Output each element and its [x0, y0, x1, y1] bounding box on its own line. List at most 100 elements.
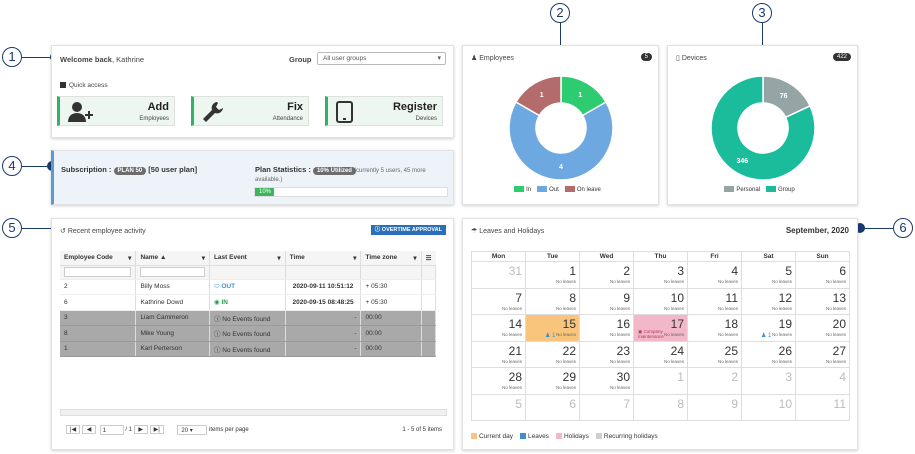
group-select[interactable]: All user groups ▾ [317, 52, 446, 65]
plan-text: [50 user plan] [148, 165, 198, 174]
calendar-day[interactable]: 1 No leaves [525, 261, 580, 289]
calendar-day[interactable]: 16 No leaves [579, 314, 634, 342]
calendar-day[interactable]: 7 No leaves [471, 287, 526, 315]
table-row[interactable]: 2 Billy Moss ⬭ OUT 2020-09-11 10:51:12 + 05:… [60, 279, 437, 295]
calendar-day[interactable]: 4 [795, 367, 850, 395]
calendar-day[interactable]: 10 No leaves [633, 287, 688, 315]
leave-count: 1 [552, 333, 556, 339]
calendar-day[interactable]: 5 No leaves [741, 261, 796, 289]
employees-value-label: 1 [540, 92, 544, 99]
col-name[interactable]: Name ▲ ▾ [135, 251, 210, 266]
table-row[interactable]: 8 Mike Young ⓘ No Events found -00:00 [60, 325, 437, 342]
cell-time: 2020-09-11 10:51:12 [285, 279, 362, 295]
devices-value-label: 76 [780, 93, 788, 100]
calendar-day[interactable]: 6 No leaves [795, 261, 850, 289]
calendar-day[interactable]: 5 [471, 393, 526, 421]
no-leaves-label: No leaves [717, 279, 738, 284]
cell-blank [421, 341, 437, 357]
table-row[interactable]: 1 Karl Perterson ⓘ No Events found -00:00 [60, 341, 437, 357]
add-employees-button[interactable]: Add Employees [57, 96, 175, 126]
last-page-button[interactable]: ▶| [149, 425, 164, 434]
leave-indicator[interactable]: ♟ 1 [761, 332, 771, 339]
table-row[interactable]: 6 Kathrine Dowd ◉ IN 2020-09-15 08:48:25 + 0… [60, 294, 437, 311]
tablet-icon [336, 101, 353, 123]
cell-code: 6 [60, 294, 137, 311]
calendar-day[interactable]: 25 No leaves [687, 340, 742, 368]
day-number: 13 [832, 290, 846, 305]
calendar-day[interactable]: 1 [633, 367, 688, 395]
calendar-day[interactable]: 30 No leaves [579, 367, 634, 395]
fix-attendance-button[interactable]: Fix Attendance [191, 96, 309, 126]
overtime-approval-button[interactable]: ⓘ OVERTIME APPROVAL [370, 225, 446, 235]
calendar-day[interactable]: 27 No leaves [795, 340, 850, 368]
calendar-week: 5 6 7 8 9 10 11 [471, 393, 850, 421]
calendar-day[interactable]: 9 No leaves [579, 287, 634, 315]
calendar-day[interactable]: 11 No leaves [687, 287, 742, 315]
col-employee-code[interactable]: Employee Code ▾ [60, 251, 137, 266]
column-menu-icon[interactable]: ☰ [421, 251, 436, 266]
first-page-button[interactable]: |◀ [66, 425, 80, 434]
calendar-day[interactable]: 4 No leaves [687, 261, 742, 289]
table-scrollbar[interactable] [60, 409, 447, 416]
calendar-day[interactable]: 3 [741, 367, 796, 395]
no-leaves-label: No leaves [555, 305, 576, 311]
calendar-day[interactable]: 2 No leaves [579, 261, 634, 289]
calendar-day[interactable]: 8 No leaves [525, 287, 580, 315]
day-number: 12 [778, 290, 792, 305]
holiday-indicator[interactable]: ▣ Company maintenance [638, 329, 688, 339]
per-page-select[interactable]: 20 ▾ [177, 425, 208, 435]
calendar-day[interactable]: 29 No leaves [525, 367, 580, 395]
prev-page-button[interactable]: ◀ [82, 425, 96, 434]
filter-name-input[interactable] [140, 267, 205, 277]
calendar-day[interactable]: 15 No leaves ♟ 1 [525, 314, 580, 342]
calendar-day[interactable]: 9 [687, 393, 742, 421]
col-time[interactable]: Time ▾ [285, 251, 362, 266]
calendar-day[interactable]: 6 [525, 393, 580, 421]
calendar-day[interactable]: 23 No leaves [579, 340, 634, 368]
calendar-day[interactable]: 11 [795, 393, 850, 421]
activity-panel: ↺ Recent employee activity ⓘ OVERTIME AP… [51, 218, 454, 450]
cell-blank [421, 279, 437, 295]
calendar-day[interactable]: 26 No leaves [741, 340, 796, 368]
table-row[interactable]: 3 Liam Cammeron ⓘ No Events found -00:00 [60, 310, 437, 326]
calendar-day[interactable]: 13 No leaves [795, 287, 850, 315]
register-devices-button[interactable]: Register Devices [325, 96, 443, 126]
calendar-day[interactable]: 10 [741, 393, 796, 421]
sort-asc-icon: ▲ [159, 253, 167, 261]
calendar-legend-label: Recurring holidays [603, 433, 658, 440]
next-page-button[interactable]: ▶ [133, 425, 148, 434]
calendar-day[interactable]: 24 No leaves [633, 340, 688, 368]
employees-legend-label: On leave [576, 187, 601, 193]
calendar-legend: Current day Leaves Holidays Recurring holid… [471, 433, 665, 440]
cell-code: 8 [60, 325, 137, 342]
no-leaves-label: No leaves [717, 305, 738, 311]
add-user-icon [68, 102, 93, 122]
day-number: 30 [616, 370, 630, 384]
calendar-panel: ☂ Leaves and Holidays September, 2020 Mo… [462, 218, 858, 450]
devices-legend-item: Group [766, 186, 795, 193]
calendar-day[interactable]: 7 [579, 393, 634, 421]
calendar-day[interactable]: 22 No leaves [525, 340, 580, 368]
calendar-day[interactable]: 28 No leaves [471, 367, 526, 395]
calendar-day[interactable]: 14 No leaves [471, 314, 526, 342]
no-leaves-label: No leaves [609, 358, 630, 364]
calendar-day[interactable]: 8 [633, 393, 688, 421]
col-last-event[interactable]: Last Event ▾ [209, 251, 286, 266]
calendar-day[interactable]: 18 No leaves [687, 314, 742, 342]
calendar-day[interactable]: 20 No leaves [795, 314, 850, 342]
calendar-day[interactable]: 31 [471, 261, 526, 289]
no-leaves-label: No leaves [609, 332, 630, 337]
no-leaves-label: No leaves [609, 385, 630, 390]
calendar-day[interactable]: 17 No leaves ▣ Company maintenance [633, 314, 688, 342]
calendar-day[interactable]: 12 No leaves [741, 287, 796, 315]
col-time-zone[interactable]: Time zone ▾ [360, 251, 422, 266]
day-number: 4 [731, 264, 738, 278]
calendar-day[interactable]: 21 No leaves [471, 340, 526, 368]
filter-code-input[interactable] [64, 267, 132, 277]
calendar-day[interactable]: 19 No leaves ♟ 1 [741, 314, 796, 342]
leave-indicator[interactable]: ♟ 1 [545, 332, 555, 339]
page-input[interactable]: 1 [99, 425, 124, 435]
calendar-day[interactable]: 3 No leaves [633, 261, 688, 289]
calendar-day[interactable]: 2 [687, 367, 742, 395]
day-number: 24 [670, 343, 684, 358]
